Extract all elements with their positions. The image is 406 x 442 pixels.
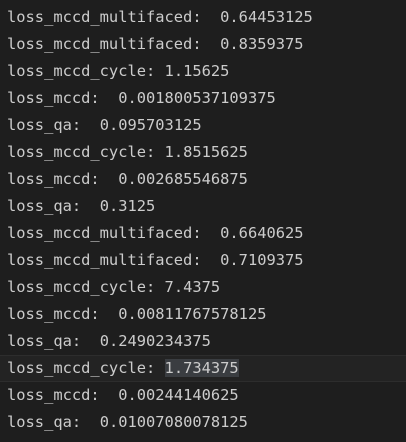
metric-key: loss_qa: [7, 197, 82, 215]
output-line: loss_mccd: 0.00811767578125 [0, 301, 406, 328]
metric-value: 7.4375 [164, 278, 221, 296]
metric-value: 0.3125 [99, 197, 156, 215]
metric-key: loss_qa: [7, 116, 82, 134]
metric-key: loss_mccd_cycle: [7, 62, 156, 80]
metric-key: loss_mccd: [7, 89, 100, 107]
metric-value: 0.01007080078125 [99, 413, 248, 431]
output-line: loss_mccd_cycle: 1.8515625 [0, 139, 406, 166]
metric-key: loss_mccd: [7, 305, 100, 323]
metric-key: loss_qa: [7, 332, 82, 350]
metric-key: loss_qa: [7, 413, 82, 431]
output-line: loss_mccd_multifaced: 0.8359375 [0, 31, 406, 58]
output-line: loss_qa: 0.01007080078125 [0, 409, 406, 436]
output-line: loss_mccd: 0.001800537109375 [0, 85, 406, 112]
metric-key: loss_mccd_multifaced: [7, 251, 202, 269]
selected-text[interactable]: 1.734375 [164, 359, 239, 377]
metric-key: loss_mccd_multifaced: [7, 224, 202, 242]
metric-value: 0.8359375 [220, 35, 304, 53]
output-line: loss_qa: 0.095703125 [0, 112, 406, 139]
output-line: loss_mccd_multifaced: 0.6640625 [0, 220, 406, 247]
output-line: loss_mccd_cycle: 7.4375 [0, 274, 406, 301]
metric-value: 0.2490234375 [99, 332, 211, 350]
metric-value: 0.7109375 [220, 251, 304, 269]
output-line: loss_mccd_multifaced: 0.64453125 [0, 4, 406, 31]
metric-value: 0.6640625 [220, 224, 304, 242]
metric-value: 0.095703125 [99, 116, 202, 134]
metric-key: loss_mccd_multifaced: [7, 35, 202, 53]
metric-key: loss_mccd_cycle: [7, 359, 156, 377]
output-line: loss_qa: 0.2490234375 [0, 328, 406, 355]
metric-key: loss_mccd: [7, 386, 100, 404]
metric-key: loss_mccd_cycle: [7, 143, 156, 161]
output-line: loss_mccd_cycle: 1.15625 [0, 58, 406, 85]
output-line: loss_mccd: 0.002685546875 [0, 166, 406, 193]
metric-value: 1.15625 [164, 62, 230, 80]
metric-value: 0.00244140625 [118, 386, 239, 404]
output-line-current: loss_mccd_cycle: 1.734375 [0, 355, 406, 382]
metric-value: 0.64453125 [220, 8, 313, 26]
output-line: loss_qa: 0.3125 [0, 193, 406, 220]
terminal-output[interactable]: loss_mccd_multifaced: 0.64453125 loss_mc… [0, 0, 406, 442]
metric-value: 1.8515625 [164, 143, 248, 161]
output-line: loss_mccd_multifaced: 0.7109375 [0, 247, 406, 274]
metric-key: loss_mccd: [7, 170, 100, 188]
metric-key: loss_mccd_cycle: [7, 278, 156, 296]
metric-key: loss_mccd_multifaced: [7, 8, 202, 26]
output-line: loss_mccd: 0.00244140625 [0, 382, 406, 409]
metric-value: 0.00811767578125 [118, 305, 267, 323]
metric-value: 0.001800537109375 [118, 89, 276, 107]
metric-value: 0.002685546875 [118, 170, 248, 188]
